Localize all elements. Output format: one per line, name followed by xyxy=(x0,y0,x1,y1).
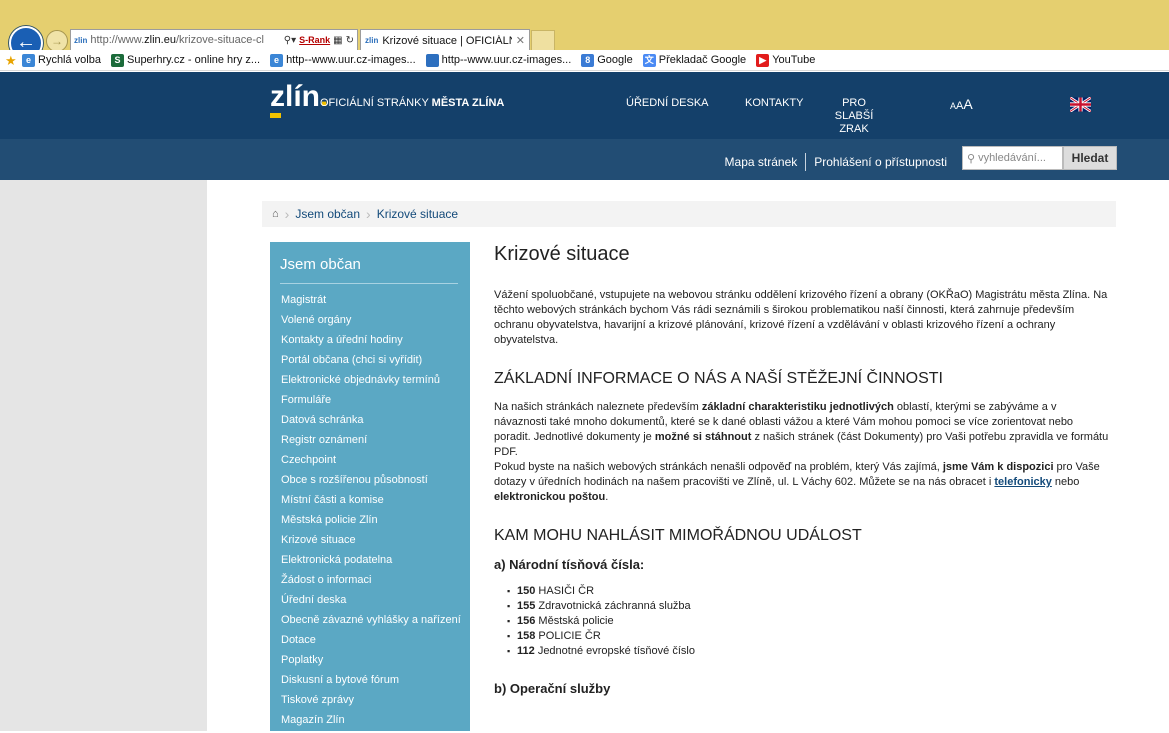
page-title: Krizové situace xyxy=(494,243,630,265)
favorite-item[interactable]: 文 Překladač Google xyxy=(642,53,746,67)
favorite-item[interactable]: 8 Google xyxy=(581,53,633,67)
intro-paragraph: Vážení spoluobčané, vstupujete na webovo… xyxy=(494,289,1108,346)
list-item: 150 HASIČI ČR xyxy=(507,584,1109,599)
section-heading: KAM MOHU NAHLÁSIT MIMOŘÁDNOU UDÁLOST xyxy=(494,527,862,544)
phone-link[interactable]: telefonicky xyxy=(994,476,1051,488)
header-utility-links: Mapa stránek Prohlášení o přístupnosti xyxy=(725,153,947,171)
sidebar-item[interactable]: Městská policie Zlín xyxy=(281,513,461,527)
sidebar-item[interactable]: Elektronické objednávky termínů xyxy=(281,373,461,387)
tab-title: Krizové situace | OFICIÁLNÍ ... xyxy=(382,34,511,47)
sidebar: Jsem občan Magistrát Volené orgány Konta… xyxy=(270,242,470,731)
english-flag-icon[interactable] xyxy=(1070,97,1091,112)
site-favicon-icon: zlin xyxy=(74,35,88,45)
site-title[interactable]: OFICIÁLNÍ STRÁNKY MĚSTA ZLÍNA xyxy=(320,97,504,109)
sidebar-item[interactable]: Žádost o informaci xyxy=(281,573,461,587)
nav-kontakty[interactable]: KONTAKTY xyxy=(745,97,803,109)
list-item: 158 POLICIE ČR xyxy=(507,629,1109,644)
section-heading: ZÁKLADNÍ INFORMACE O NÁS A NAŠÍ STĚŽEJNÍ… xyxy=(494,370,943,387)
favorite-item[interactable]: e http--www.uur.cz-images... xyxy=(270,53,416,67)
breadcrumb-item[interactable]: Jsem občan xyxy=(295,207,360,221)
list-item: 155 Zdravotnická záchranná služba xyxy=(507,599,1109,614)
youtube-icon: ▶ xyxy=(756,53,770,67)
favorites-star-icon[interactable]: ★ xyxy=(5,53,17,69)
favorite-item[interactable]: http--www.uur.cz-images... xyxy=(425,53,571,67)
address-bar[interactable]: zlin http://www.zlin.eu/krizove-situace-… xyxy=(70,29,358,51)
google-icon: 8 xyxy=(581,53,595,67)
chevron-right-icon: › xyxy=(284,206,290,222)
search-dropdown-icon[interactable]: ⚲▾ xyxy=(284,35,296,46)
nav-pro-slabsi-zrak[interactable]: PRO SLABŠÍ ZRAK xyxy=(825,97,883,136)
compat-view-icon[interactable]: ▦ xyxy=(333,35,342,46)
new-tab-button[interactable] xyxy=(531,30,555,51)
subsection-heading: a) Národní tísňová čísla: xyxy=(494,557,645,572)
sidebar-item[interactable]: Krizové situace xyxy=(281,533,461,547)
srank-icon[interactable]: S-Rank xyxy=(299,35,330,45)
superhry-icon: S xyxy=(110,53,124,67)
breadcrumb-item[interactable]: Krizové situace xyxy=(377,207,458,221)
search-input[interactable]: ⚲ vyhledávání... xyxy=(962,146,1063,170)
sidebar-item[interactable]: Kontakty a úřední hodiny xyxy=(281,333,461,347)
image-icon xyxy=(425,53,439,67)
nav-uredni-deska[interactable]: ÚŘEDNÍ DESKA xyxy=(626,97,709,109)
search-button[interactable]: Hledat xyxy=(1063,146,1117,170)
page-icon: e xyxy=(22,53,35,67)
search-icon: ⚲ xyxy=(967,152,976,165)
sidebar-item[interactable]: Registr oznámení xyxy=(281,433,461,447)
refresh-icon[interactable]: ↻ xyxy=(346,35,354,46)
breadcrumb: ⌂ › Jsem občan › Krizové situace xyxy=(262,201,1116,227)
chevron-right-icon: › xyxy=(366,206,371,222)
sidebar-item[interactable]: Formuláře xyxy=(281,393,461,407)
tab-favicon-icon: zlin xyxy=(365,36,379,45)
list-item: 112 Jednotné evropské tísňové číslo xyxy=(507,644,1109,659)
sidebar-item[interactable]: Datová schránka xyxy=(281,413,461,427)
favorite-item[interactable]: e Rychlá volba xyxy=(22,53,101,67)
sidebar-item[interactable]: Elektronická podatelna xyxy=(281,553,461,567)
page-icon: e xyxy=(270,53,284,67)
list-item: 156 Městská policie xyxy=(507,614,1109,629)
sidebar-item[interactable]: Diskusní a bytové fórum xyxy=(281,673,461,687)
divider xyxy=(805,153,807,171)
sidebar-item[interactable]: Czechpoint xyxy=(281,453,461,467)
sidebar-item[interactable]: Magistrát xyxy=(281,293,461,307)
sidebar-item[interactable]: Úřední deska xyxy=(281,593,461,607)
sidebar-item[interactable]: Dotace xyxy=(281,633,461,647)
favorites-bar: ★ e Rychlá volba S Superhry.cz - online hr… xyxy=(0,50,1169,71)
translate-icon: 文 xyxy=(642,53,656,67)
contact-paragraph: Pokud byste na našich webových stránkách… xyxy=(494,461,1100,503)
sidebar-item[interactable]: Magazín Zlín xyxy=(281,713,461,727)
site-header xyxy=(0,72,1169,139)
sidebar-title: Jsem občan xyxy=(280,256,361,273)
sidebar-item[interactable]: Portál občana (chci si vyřídit) xyxy=(281,353,461,367)
accessibility-link[interactable]: Prohlášení o přístupnosti xyxy=(814,155,947,169)
sidebar-menu: Magistrát Volené orgány Kontakty a úředn… xyxy=(281,293,461,733)
sidebar-item[interactable]: Tiskové zprávy xyxy=(281,693,461,707)
sitemap-link[interactable]: Mapa stránek xyxy=(725,155,798,169)
sidebar-item[interactable]: Poplatky xyxy=(281,653,461,667)
font-size-switcher[interactable]: AAA xyxy=(950,96,973,112)
divider xyxy=(280,283,458,284)
emergency-number-list: 150 HASIČI ČR 155 Zdravotnická záchranná… xyxy=(494,584,1109,659)
sidebar-item[interactable]: Obce s rozšířenou působností xyxy=(281,473,461,487)
close-tab-icon[interactable]: ✕ xyxy=(516,34,525,47)
logo-accent xyxy=(270,113,281,118)
main-content: Krizové situace Vážení spoluobčané, vstu… xyxy=(494,243,1109,708)
sidebar-item[interactable]: Obecně závazné vyhlášky a nařízení xyxy=(281,613,461,627)
address-url[interactable]: http://www.zlin.eu/krizove-situace-cl xyxy=(90,34,283,46)
browser-tab[interactable]: zlin Krizové situace | OFICIÁLNÍ ... ✕ xyxy=(360,29,530,51)
subsection-heading: b) Operační služby xyxy=(494,681,611,696)
info-paragraph: Na našich stránkách naleznete především … xyxy=(494,401,1109,458)
favorite-item[interactable]: ▶ YouTube xyxy=(756,53,815,67)
forward-arrow-icon[interactable]: → xyxy=(46,30,68,52)
favorite-item[interactable]: S Superhry.cz - online hry z... xyxy=(110,53,260,67)
sidebar-item[interactable]: Místní části a komise xyxy=(281,493,461,507)
home-icon[interactable]: ⌂ xyxy=(272,208,279,220)
sidebar-item[interactable]: Volené orgány xyxy=(281,313,461,327)
left-gutter xyxy=(0,180,207,731)
